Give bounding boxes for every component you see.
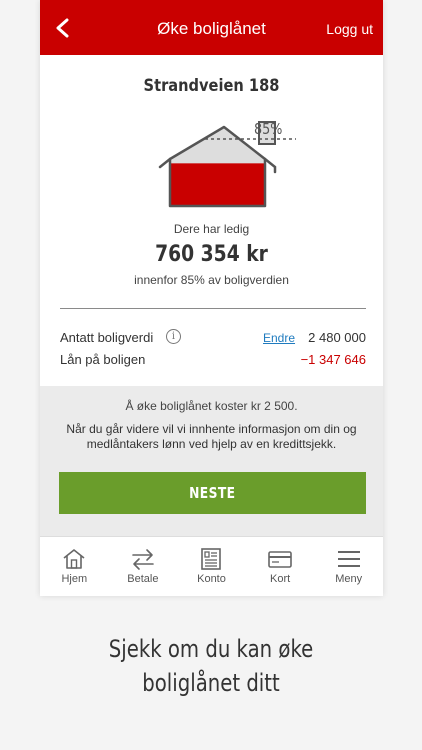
available-label: Dere har ledig — [173, 222, 250, 236]
page-title: Øke boliglånet — [157, 19, 266, 38]
tab-account[interactable]: Konto — [177, 537, 246, 596]
app-screen: Øke boliglånet Logg ut Strandveien 188 8… — [40, 0, 383, 596]
tab-card[interactable]: Kort — [246, 537, 315, 596]
property-value-row: Antatt boligverdi i Endre 2 480 000 — [60, 329, 366, 350]
loan-row: Lån på boligen −1 347 646 — [60, 352, 366, 372]
tab-menu[interactable]: Meny — [314, 537, 383, 596]
consent-text: Når du går videre vil vi innhente inform… — [66, 422, 357, 451]
house-fill-level — [170, 163, 265, 206]
caption-line-2: boliglånet ditt — [142, 669, 280, 697]
tab-pay[interactable]: Betale — [109, 537, 178, 596]
tab-card-label: Kort — [269, 573, 291, 585]
next-button-label: NESTE — [189, 484, 236, 502]
top-bar: Øke boliglånet Logg ut — [40, 0, 383, 55]
available-amount: 760 354 kr — [155, 242, 268, 267]
tab-account-label: Konto — [197, 573, 226, 585]
tab-bar: Hjem Betale Konto Kort Meny — [40, 536, 383, 596]
tab-home-label: Hjem — [61, 573, 88, 585]
loan-label: Lån på boligen — [60, 352, 146, 367]
logout-button[interactable]: Logg ut — [326, 21, 373, 37]
next-button[interactable]: NESTE — [59, 472, 366, 514]
caption-line-1: Sjekk om du kan øke — [108, 635, 314, 663]
promo-caption: Sjekk om du kan øke boliglånet ditt — [38, 632, 384, 700]
transfer-arrows-icon — [132, 549, 154, 570]
cost-text: Å øke boliglånet koster kr 2 500. — [125, 399, 298, 413]
info-icon[interactable]: i — [166, 329, 181, 344]
tab-home[interactable]: Hjem — [40, 537, 109, 596]
property-value-label: Antatt boligverdi — [60, 330, 154, 345]
menu-icon — [337, 551, 360, 567]
back-button[interactable] — [48, 13, 78, 43]
tab-pay-label: Betale — [127, 573, 159, 585]
loan-amount: −1 347 646 — [300, 352, 366, 367]
property-address: Strandveien 188 — [143, 76, 280, 96]
home-icon — [63, 549, 85, 569]
tab-menu-label: Meny — [335, 573, 363, 585]
info-section: Å øke boliglånet koster kr 2 500. Når du… — [40, 386, 383, 536]
edit-link[interactable]: Endre — [263, 331, 295, 345]
chevron-left-icon — [56, 18, 69, 38]
divider — [60, 308, 366, 309]
property-value-amount: 2 480 000 — [308, 330, 366, 345]
ltv-limit-label: 85% — [254, 120, 283, 138]
card-icon — [268, 551, 292, 568]
account-document-icon — [201, 548, 222, 570]
available-subtext: innenfor 85% av boligverdien — [134, 273, 289, 287]
